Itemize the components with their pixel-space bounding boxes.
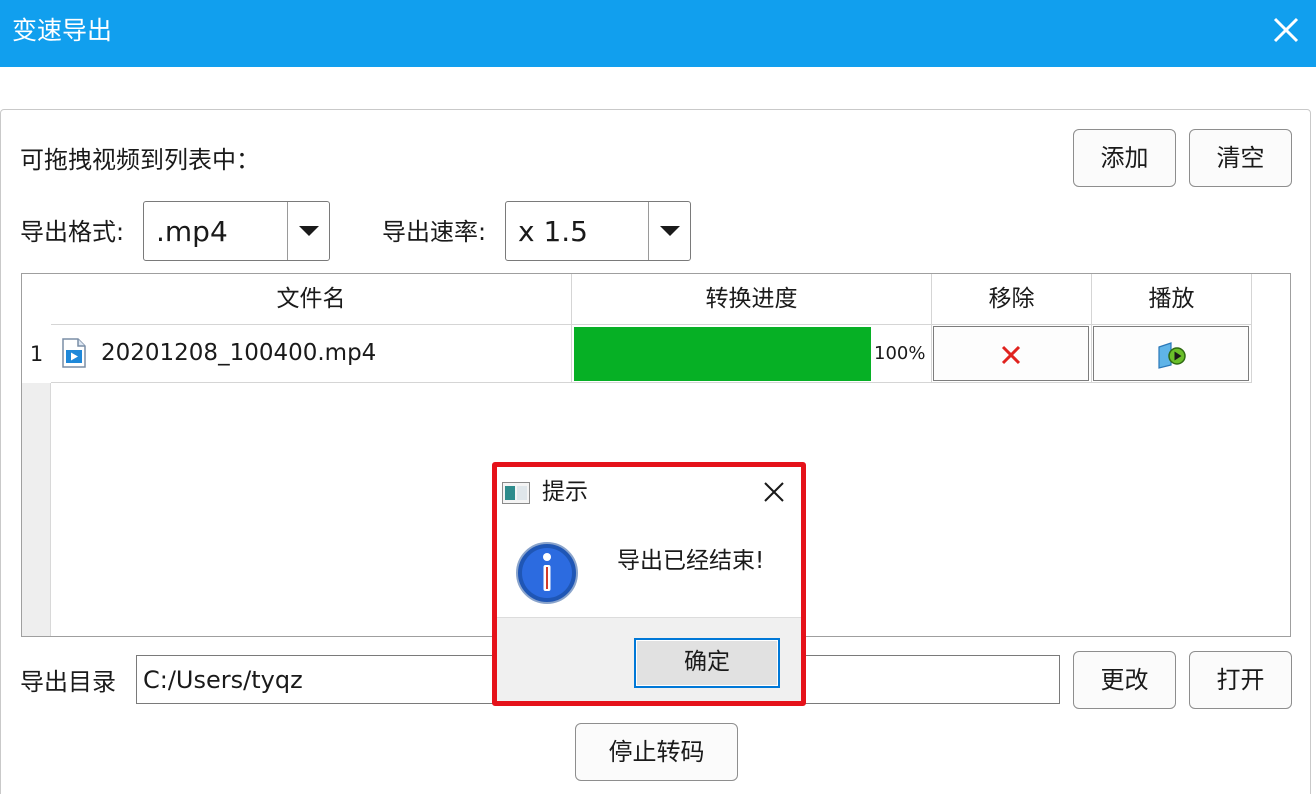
speed-select[interactable]: x 1.5: [505, 201, 691, 261]
progress-bar-fill: [574, 327, 871, 381]
format-label: 导出格式:: [20, 218, 125, 246]
dialog-title: 提示: [542, 479, 588, 505]
dialog-message: 导出已经结束!: [617, 548, 765, 574]
change-dir-button[interactable]: 更改: [1073, 651, 1176, 709]
column-header-remove[interactable]: 移除: [932, 274, 1092, 325]
play-cell: [1092, 325, 1252, 383]
progress-bar: [574, 327, 871, 381]
play-button[interactable]: [1093, 326, 1249, 381]
remove-button[interactable]: [933, 326, 1089, 381]
remove-cell: [932, 325, 1092, 383]
chevron-down-icon: [299, 226, 319, 236]
info-dialog: 提示 导出已经结束! 确定: [497, 467, 801, 701]
table-corner: [22, 274, 51, 325]
file-name: 20201208_100400.mp4: [101, 340, 377, 366]
speed-dropdown-arrow[interactable]: [648, 202, 690, 260]
clear-button[interactable]: 清空: [1189, 129, 1292, 187]
close-icon: [1001, 345, 1021, 365]
add-button[interactable]: 添加: [1073, 129, 1176, 187]
table-row[interactable]: 20201208_100400.mp4: [51, 325, 572, 383]
window-titlebar: 变速导出: [0, 0, 1316, 67]
column-header-filename[interactable]: 文件名: [51, 274, 572, 325]
progress-cell: 100%: [572, 325, 932, 383]
row-number: 1: [22, 325, 51, 383]
play-video-icon: [1158, 342, 1186, 369]
video-file-icon: [62, 338, 86, 368]
chevron-down-icon: [660, 226, 680, 236]
window-close-icon[interactable]: [1262, 8, 1308, 54]
info-icon: [516, 542, 578, 604]
progress-percent-text: 100%: [874, 343, 926, 364]
format-dropdown-arrow[interactable]: [287, 202, 329, 260]
app-window-icon: [502, 482, 530, 504]
column-header-progress[interactable]: 转换进度: [572, 274, 932, 325]
stop-transcode-button[interactable]: 停止转码: [575, 723, 738, 781]
speed-label: 导出速率:: [382, 218, 487, 246]
ok-button[interactable]: 确定: [634, 638, 780, 688]
format-select[interactable]: .mp4: [143, 201, 330, 261]
output-dir-label: 导出目录: [20, 668, 116, 696]
drag-hint-label: 可拖拽视频到列表中：: [20, 146, 260, 174]
speed-select-value: x 1.5: [518, 215, 588, 248]
column-header-play[interactable]: 播放: [1092, 274, 1252, 325]
window-title: 变速导出: [12, 16, 113, 45]
dialog-footer: 确定: [497, 617, 801, 701]
format-select-value: .mp4: [156, 215, 228, 248]
open-dir-button[interactable]: 打开: [1189, 651, 1292, 709]
dialog-close-icon[interactable]: [759, 477, 789, 507]
